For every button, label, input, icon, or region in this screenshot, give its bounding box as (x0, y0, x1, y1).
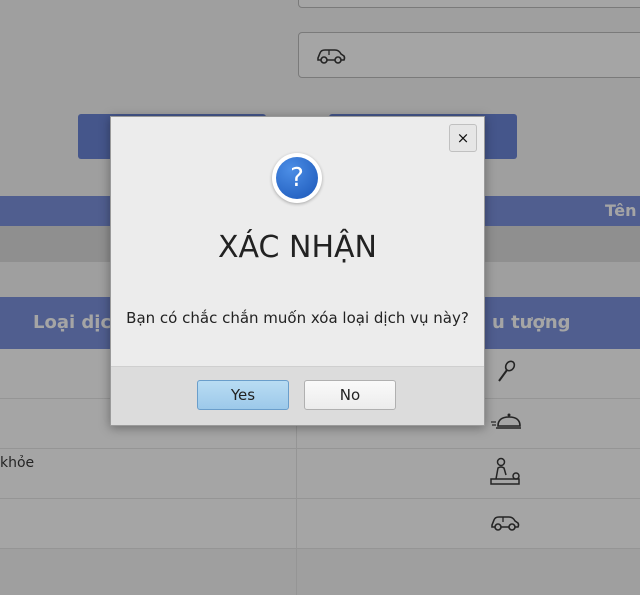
dialog-message: Bạn có chắc chắn muốn xóa loại dịch vụ n… (126, 309, 469, 327)
close-button[interactable]: × (449, 124, 477, 152)
question-mark: ? (276, 157, 318, 199)
question-icon: ? (272, 153, 322, 203)
confirm-dialog: × ? XÁC NHẬN Bạn có chắc chắn muốn xóa l… (110, 116, 485, 426)
yes-button[interactable]: Yes (197, 380, 289, 410)
dialog-title: XÁC NHẬN (218, 230, 377, 265)
no-button[interactable]: No (304, 380, 396, 410)
dialog-footer: Yes No (111, 366, 484, 425)
